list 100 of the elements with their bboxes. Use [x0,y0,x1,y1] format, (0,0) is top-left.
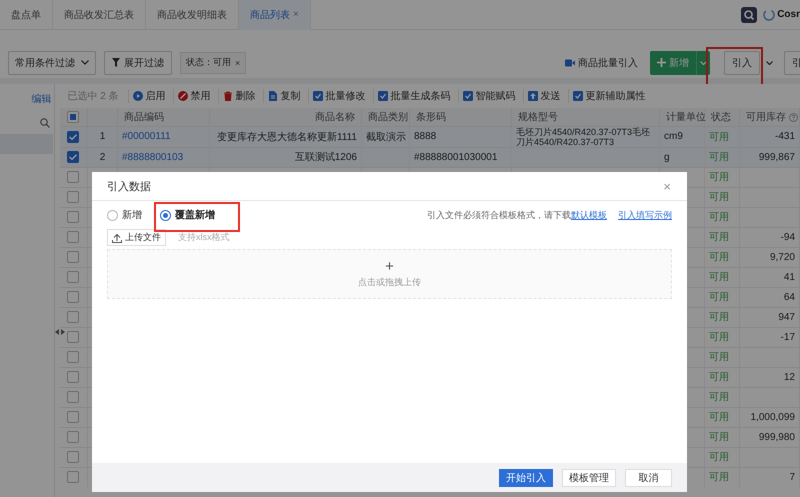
toolbar-button[interactable]: 启用 [128,89,170,103]
expand-filter-button[interactable]: 展开过滤 [104,50,172,74]
status-text: 可用 [709,212,729,223]
row-checkbox[interactable] [67,171,80,183]
play-icon [132,91,143,101]
video-icon [565,58,575,66]
table-cell: -94 [780,232,795,242]
template-link[interactable]: 引入填写示例 [618,208,672,222]
row-checkbox[interactable] [67,371,80,383]
select-all-checkbox[interactable] [67,110,80,123]
table-cell: 截取演示 [366,132,406,142]
row-checkbox[interactable] [67,471,80,484]
plus-icon [657,58,666,67]
row-checkbox[interactable] [67,431,80,443]
caret-icon [81,60,89,65]
toolbar-button[interactable]: 智能赋码 [458,89,520,103]
table-cell: 毛坯刀片4540/R420.37-07T3毛坯刀片4540/R420.37-07T3 [516,127,650,146]
search-icon [40,118,50,128]
column-header[interactable]: 条形码 [416,112,446,123]
table-cell: 999,867 [758,152,795,162]
radio-option[interactable]: 覆盖新增 [160,208,215,222]
row-checkbox[interactable] [67,291,80,303]
trash-icon [222,91,233,101]
collapse-arrows-icon [55,329,65,335]
close-icon[interactable]: × [293,9,299,20]
table-cell: g [664,152,670,162]
search-icon [741,6,758,22]
template-link[interactable]: 默认模板 [571,208,607,222]
remove-icon[interactable]: × [235,58,240,68]
row-checkbox[interactable] [67,271,80,283]
radio-option[interactable]: 新增 [107,208,142,222]
plus-icon: + [385,260,394,274]
filter-tag: 状态：可用 × [180,52,246,74]
row-checkbox[interactable] [67,351,80,363]
row-checkbox[interactable] [67,451,80,463]
dialog-button[interactable]: 取消 [625,468,672,486]
caret-icon [766,60,772,64]
edit-link[interactable]: 编辑 [32,92,52,106]
status-text: 可用 [709,172,729,183]
table-cell: 999,980 [758,432,795,442]
row-checkbox[interactable] [67,311,80,323]
radio-button[interactable] [107,210,118,220]
toolbar-button[interactable]: 删除 [218,89,260,103]
tab[interactable]: 商品列表 × [239,0,311,30]
toolbar-button[interactable]: 更新辅助属性 [568,89,650,103]
status-text: 可用 [709,332,729,343]
ban-icon [178,91,188,101]
add-button[interactable]: 新增 [650,50,696,74]
row-checkbox[interactable] [67,391,80,403]
close-icon[interactable]: × [663,178,671,194]
filter-dropdown[interactable]: 常用条件过滤 [8,50,96,74]
checkmark-icon [69,154,78,160]
row-checkbox[interactable] [67,411,80,423]
toolbar-button[interactable]: 禁用 [172,89,215,103]
row-checkbox[interactable] [67,191,80,203]
table-cell: -17 [780,332,795,342]
import-button[interactable]: 引入 [724,50,760,74]
table-cell: 947 [778,312,795,322]
document-icon [268,91,278,101]
table-cell: 64 [784,292,795,302]
dialog-button[interactable]: 开始引入 [499,468,553,486]
checkbox-icon [572,91,583,101]
toolbar-button[interactable]: 复制 [262,89,305,103]
table-cell: cm9 [664,131,683,142]
status-text: 可用 [709,452,729,463]
row-checkbox[interactable] [67,251,80,263]
table-cell: #88888001030001 [414,152,498,162]
filter-icon [112,58,120,67]
status-text: 可用 [709,192,729,203]
hint-text: 引入文件必须符合模板格式，请下载 [427,208,571,222]
table-cell: 9,720 [770,252,795,262]
column-header[interactable]: 商品名称 [315,112,355,123]
selection-count: 已选中 2 条 [68,90,119,103]
export-button[interactable]: 引 [784,50,800,74]
status-text: 可用 [709,312,729,323]
logo-icon [763,8,776,20]
row-checkbox[interactable] [67,130,80,142]
help-icon [789,112,798,122]
table-cell: 变更库存大恩大德名称更新1111 [216,132,357,142]
upload-file-button[interactable]: 上传文件 [107,229,166,246]
table-cell: 1,000,099 [750,412,795,422]
status-text: 可用 [709,132,729,142]
toolbar-button[interactable]: 批量修改 [308,89,370,103]
status-text: 可用 [709,252,729,263]
upload-dropzone[interactable]: + 点击或拖拽上传 [107,249,672,299]
row-checkbox[interactable] [67,331,80,343]
toolbar-button[interactable]: 批量生成条码 [372,89,455,103]
radio-button[interactable] [160,210,171,220]
dialog-button[interactable]: 模板管理 [562,468,616,486]
dialog-title: 引入数据 [107,180,151,194]
row-checkbox[interactable] [67,151,80,163]
column-header[interactable]: 规格型号 [518,112,558,123]
status-text: 可用 [709,152,729,163]
table-cell: 41 [784,272,795,282]
row-checkbox[interactable] [67,231,80,243]
checkmark-icon [69,134,78,140]
row-checkbox[interactable] [67,211,80,223]
toolbar-button[interactable]: 发送 [522,89,565,103]
batch-import-button[interactable]: 商品批量引入 [565,56,638,70]
table-cell: -431 [774,131,795,142]
